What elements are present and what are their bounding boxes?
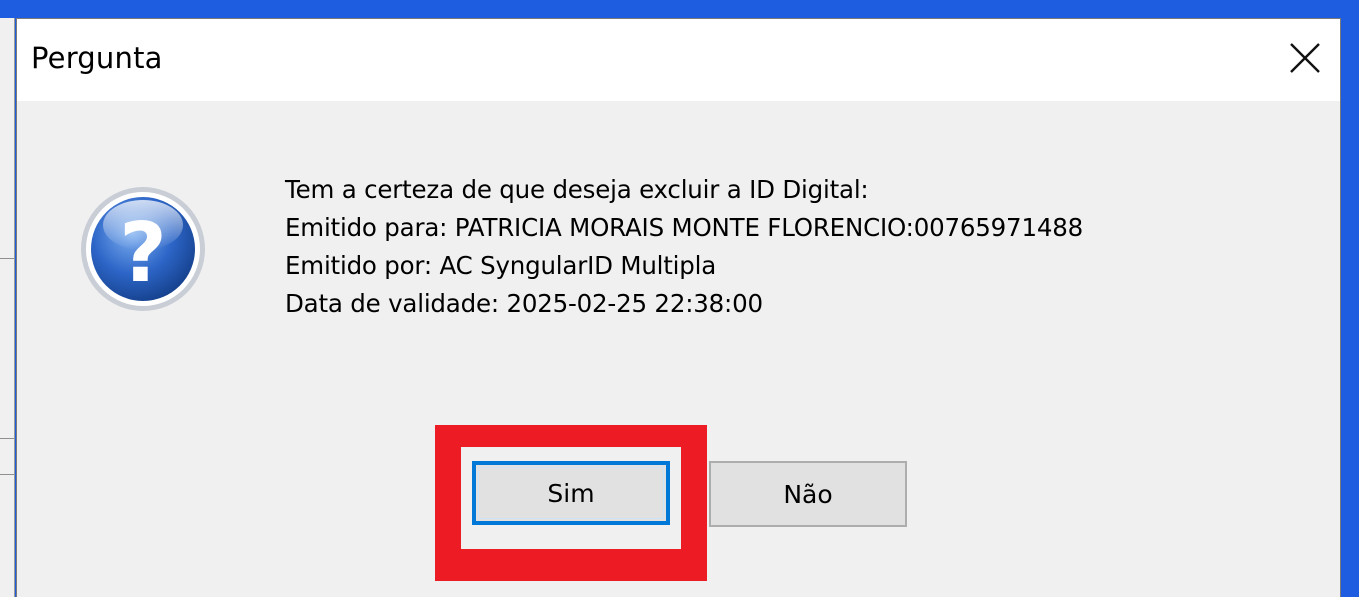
dialog-title: Pergunta: [31, 41, 163, 75]
no-button-label: Não: [783, 479, 833, 509]
message-line: Tem a certeza de que deseja excluir a ID…: [285, 175, 869, 204]
no-button[interactable]: Não: [709, 461, 907, 527]
close-icon: [1288, 41, 1322, 79]
yes-button[interactable]: Sim: [472, 461, 670, 525]
message-line: Emitido por: AC SyngularID Multipla: [285, 251, 717, 280]
message-line: Emitido para: PATRICIA MORAIS MONTE FLOR…: [285, 213, 1083, 242]
question-icon: ?: [79, 185, 207, 313]
message-line: Data de validade: 2025-02-25 22:38:00: [285, 289, 763, 318]
dialog-message: Tem a certeza de que deseja excluir a ID…: [285, 171, 1083, 323]
background-window-edge: [0, 18, 15, 597]
question-dialog: Pergunta ? Tem a certeza de que deseja e…: [16, 18, 1341, 597]
dialog-titlebar[interactable]: Pergunta: [17, 19, 1340, 101]
close-button[interactable]: [1270, 19, 1340, 101]
svg-text:?: ?: [119, 206, 167, 301]
